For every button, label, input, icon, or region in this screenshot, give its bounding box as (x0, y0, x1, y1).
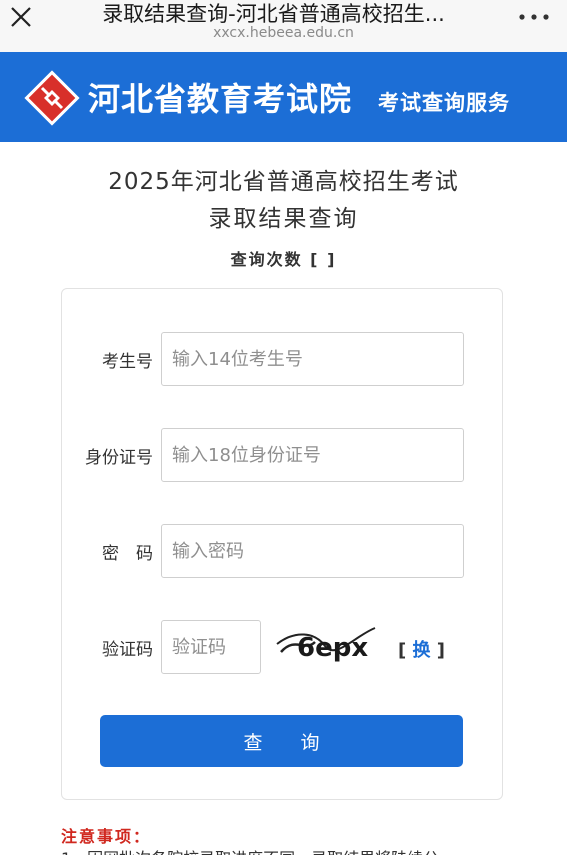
captcha-image[interactable]: 6epx (275, 622, 381, 666)
query-count: 查询次数 [ ] (230, 250, 337, 269)
browser-top-bar: 录取结果查询-河北省普通高校招生... xxcx.hebeea.edu.cn (0, 0, 567, 52)
service-name: 考试查询服务 (378, 90, 510, 115)
refresh-captcha-label: 换 (412, 640, 431, 661)
captcha-input[interactable] (161, 620, 261, 674)
notice-title: 注意事项： (61, 827, 152, 846)
id-no-label: 身份证号 (85, 448, 153, 468)
captcha-label: 验证码 (102, 640, 153, 660)
page-heading-line1: 2025年河北省普通高校招生考试 (108, 169, 459, 195)
refresh-close-bracket: ] (436, 640, 446, 661)
browser-page-title: 录取结果查询-河北省普通高校招生... (102, 2, 445, 26)
page-heading-line2: 录取结果查询 (208, 206, 359, 232)
notice-item: 1、因网批次各院校录取进度不同，录取结果将陆续公 (61, 845, 481, 855)
password-label: 密 码 (102, 544, 153, 564)
refresh-captcha-button[interactable]: [ 换 ] (398, 636, 445, 662)
refresh-open-bracket: [ (398, 640, 407, 661)
hebeea-logo-icon (24, 70, 80, 126)
site-banner: 河北省教育考试院 考试查询服务 (0, 52, 567, 142)
exam-no-label: 考生号 (102, 352, 153, 372)
password-input[interactable] (161, 524, 464, 578)
browser-url: xxcx.hebeea.edu.cn (213, 25, 354, 41)
captcha-text: 6epx (297, 633, 368, 663)
institution-name: 河北省教育考试院 (88, 80, 353, 118)
more-dots-icon[interactable] (517, 8, 551, 26)
exam-no-input[interactable] (161, 332, 464, 386)
query-submit-button[interactable]: 查询 (100, 715, 463, 767)
id-no-input[interactable] (161, 428, 464, 482)
